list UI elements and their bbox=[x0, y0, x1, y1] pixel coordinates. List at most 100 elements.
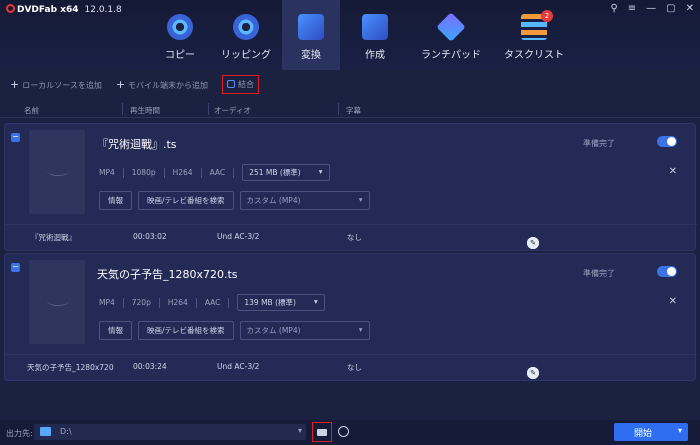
source-item: − 『咒術迴戰』.ts 準備完了 ✕ MP4 1080p H264 AAC 25… bbox=[4, 123, 697, 251]
status-text: 準備完了 bbox=[583, 269, 615, 278]
item-title: 『咒術迴戰』.ts bbox=[97, 138, 177, 151]
status-text: 準備完了 bbox=[583, 139, 615, 148]
column-divider bbox=[208, 103, 209, 115]
nav-launchpad[interactable]: ランチパッド bbox=[410, 0, 492, 70]
nav-ripper[interactable]: リッピング bbox=[210, 0, 282, 70]
list-icon: 2 bbox=[521, 10, 553, 40]
col-name: 名前 bbox=[24, 106, 39, 115]
chevron-down-icon: ▾ bbox=[358, 195, 363, 204]
item-actions: 情報 映画/テレビ番組を検索 カスタム (MP4) ▾ bbox=[99, 321, 370, 340]
add-mobile-source-button[interactable]: + モバイル端末から追加 bbox=[116, 78, 208, 91]
minimize-icon[interactable]: — bbox=[646, 3, 656, 14]
pin-icon[interactable]: ⚲ bbox=[610, 3, 617, 14]
enable-toggle[interactable] bbox=[657, 266, 677, 277]
film-icon bbox=[362, 14, 388, 40]
merge-icon bbox=[227, 80, 236, 88]
track-name: 天気の子予告_1280x720 bbox=[27, 363, 114, 372]
rocket-icon bbox=[436, 12, 466, 42]
video-thumbnail bbox=[29, 260, 85, 344]
meta-divider bbox=[122, 167, 124, 178]
edit-icon[interactable]: ✎ bbox=[527, 237, 539, 249]
chevron-down-icon[interactable]: ▾ bbox=[678, 426, 682, 435]
close-icon[interactable]: ✕ bbox=[669, 166, 677, 177]
nav-converter[interactable]: 変換 bbox=[282, 0, 340, 70]
meta-divider bbox=[163, 167, 165, 178]
close-icon[interactable]: ✕ bbox=[669, 296, 677, 307]
track-audio: Und AC-3/2 bbox=[217, 232, 260, 241]
output-size-select[interactable]: 139 MB (標準) ▾ bbox=[237, 294, 325, 311]
meta-divider bbox=[233, 167, 235, 178]
close-window-icon[interactable]: ✕ bbox=[686, 3, 694, 14]
start-button[interactable]: 開始 ▾ bbox=[614, 423, 688, 441]
nav-copy[interactable]: コピー bbox=[150, 0, 210, 70]
output-label: 出力先: bbox=[6, 429, 33, 438]
disc-icon bbox=[167, 14, 193, 40]
chevron-down-icon: ▾ bbox=[297, 426, 302, 435]
search-movie-button[interactable]: 映画/テレビ番組を検索 bbox=[138, 321, 234, 340]
plus-icon: + bbox=[115, 77, 126, 91]
track-name: 『咒術迴戰』 bbox=[31, 233, 76, 242]
app-logo: DVDFab x64 12.0.1.8 bbox=[6, 4, 122, 15]
track-duration: 00:03:24 bbox=[133, 362, 167, 371]
main-nav: コピー リッピング 変換 作成 ランチパッド 2 タスクリスト bbox=[150, 0, 576, 70]
meta-divider bbox=[122, 297, 124, 308]
col-duration: 再生時間 bbox=[130, 106, 160, 115]
info-button[interactable]: 情報 bbox=[99, 191, 132, 210]
meta-divider bbox=[158, 297, 160, 308]
track-audio: Und AC-3/2 bbox=[217, 362, 260, 371]
track-row: 天気の子予告_1280x720 00:03:24 Und AC-3/2 なし ▶… bbox=[5, 354, 697, 379]
disc-icon bbox=[233, 14, 259, 40]
task-count-badge: 2 bbox=[541, 10, 553, 22]
folder-icon bbox=[317, 429, 327, 436]
film-icon bbox=[298, 14, 324, 40]
nav-creator[interactable]: 作成 bbox=[340, 0, 410, 70]
meta-divider bbox=[228, 297, 230, 308]
output-size-select[interactable]: 251 MB (標準) ▾ bbox=[242, 164, 330, 181]
maximize-icon[interactable]: ▢ bbox=[666, 3, 675, 14]
column-header: 名前 再生時間 オーディオ 字幕 bbox=[0, 100, 700, 118]
source-item: − 天気の子予告_1280x720.ts 準備完了 ✕ MP4 720p H26… bbox=[4, 253, 697, 381]
track-row: 『咒術迴戰』 00:03:02 Und AC-3/2 なし ▶ ◀ ✎ bbox=[5, 224, 697, 249]
meta-divider bbox=[200, 167, 202, 178]
item-meta: MP4 1080p H264 AAC 251 MB (標準) ▾ bbox=[99, 164, 330, 181]
output-bar: 出力先: D:\ ▾ 開始 ▾ bbox=[0, 420, 700, 445]
chevron-down-icon: ▾ bbox=[313, 297, 318, 306]
placeholder-signature bbox=[47, 296, 69, 306]
dvdfab-logo-icon bbox=[6, 4, 15, 13]
search-movie-button[interactable]: 映画/テレビ番組を検索 bbox=[138, 191, 234, 210]
profile-select[interactable]: カスタム (MP4) ▾ bbox=[239, 321, 370, 340]
source-toolbar: + ローカルソースを追加 + モバイル端末から追加 結合 bbox=[0, 74, 700, 94]
merge-button[interactable]: 結合 bbox=[222, 74, 260, 94]
track-subtitle: なし bbox=[347, 233, 362, 242]
col-audio: オーディオ bbox=[214, 106, 251, 115]
track-duration: 00:03:02 bbox=[133, 232, 167, 241]
collapse-icon[interactable]: − bbox=[11, 263, 20, 272]
nav-task-list[interactable]: 2 タスクリスト bbox=[492, 0, 576, 70]
column-divider bbox=[338, 103, 339, 115]
track-subtitle: なし bbox=[347, 363, 362, 372]
item-meta: MP4 720p H264 AAC 139 MB (標準) ▾ bbox=[99, 294, 325, 311]
globe-icon[interactable] bbox=[338, 426, 349, 437]
menu-icon[interactable]: ≡ bbox=[628, 3, 636, 14]
chevron-down-icon: ▾ bbox=[318, 167, 323, 176]
enable-toggle[interactable] bbox=[657, 136, 677, 147]
add-local-source-button[interactable]: + ローカルソースを追加 bbox=[10, 78, 102, 91]
profile-select[interactable]: カスタム (MP4) ▾ bbox=[239, 191, 370, 210]
browse-folder-button[interactable] bbox=[312, 422, 332, 442]
column-divider bbox=[122, 103, 123, 115]
edit-icon[interactable]: ✎ bbox=[527, 367, 539, 379]
col-subtitle: 字幕 bbox=[346, 106, 361, 115]
placeholder-signature bbox=[47, 166, 69, 176]
video-thumbnail bbox=[29, 130, 85, 214]
info-button[interactable]: 情報 bbox=[99, 321, 132, 340]
folder-icon bbox=[40, 427, 51, 436]
chevron-down-icon: ▾ bbox=[358, 325, 363, 334]
output-path-select[interactable]: D:\ ▾ bbox=[34, 424, 306, 440]
plus-icon: + bbox=[10, 77, 20, 91]
window-controls: ⚲ ≡ — ▢ ✕ bbox=[610, 3, 694, 14]
meta-divider bbox=[195, 297, 197, 308]
item-title: 天気の子予告_1280x720.ts bbox=[97, 268, 238, 281]
collapse-icon[interactable]: − bbox=[11, 133, 20, 142]
output-path: D:\ bbox=[60, 427, 72, 436]
app-version: 12.0.1.8 bbox=[84, 5, 122, 15]
